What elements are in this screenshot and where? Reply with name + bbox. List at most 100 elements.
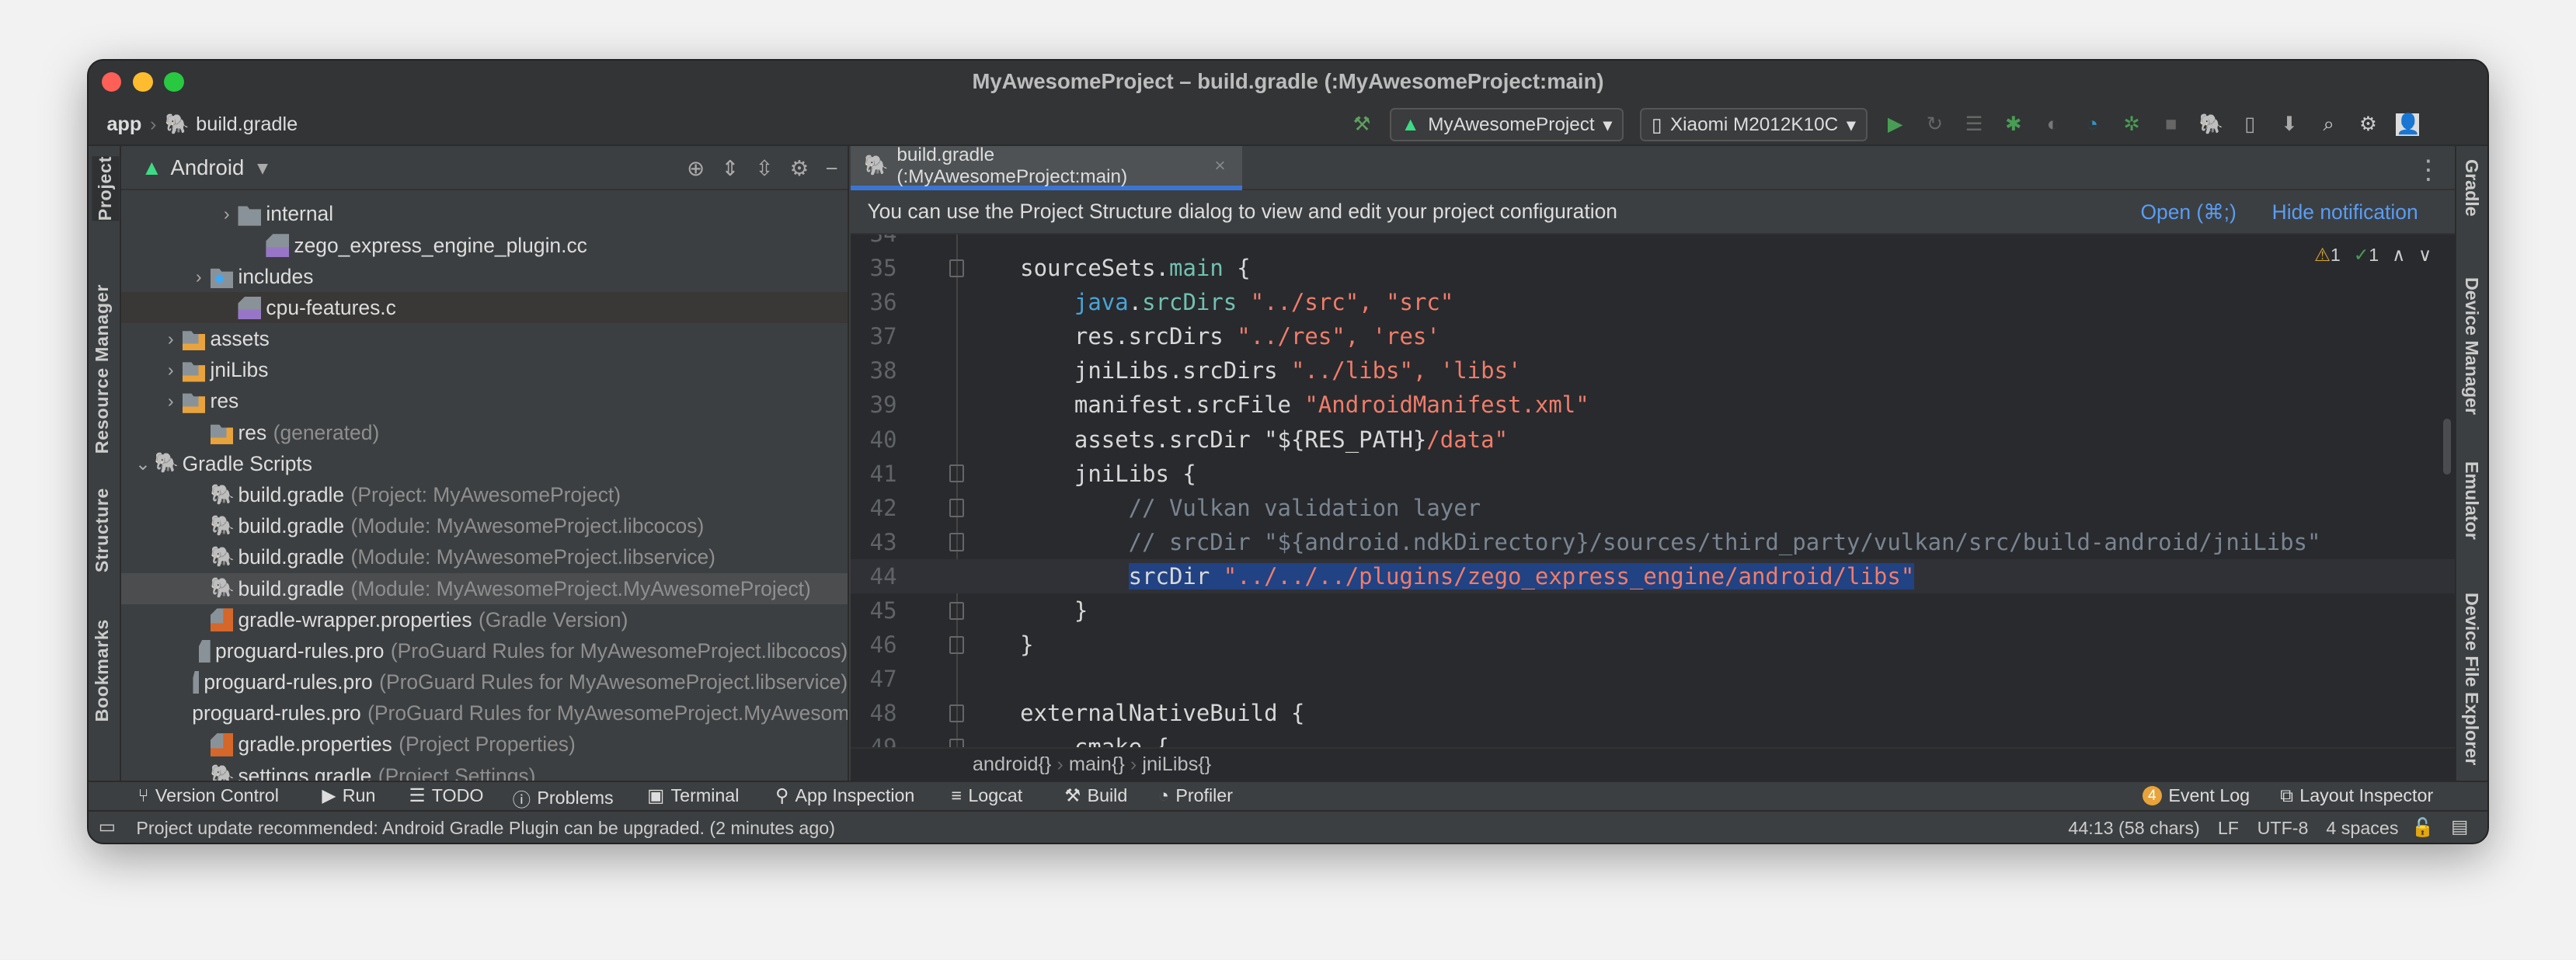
stripe-device-file-explorer[interactable]: Device File Explorer [2461,593,2482,765]
line-number[interactable]: 47 [851,662,897,696]
stripe-bookmarks[interactable]: Bookmarks [92,619,113,722]
tree-item[interactable]: 🐘 build.gradle (Module: MyAwesomeProject.l… [121,511,848,542]
gear-icon[interactable]: ⚙ [790,156,809,181]
code-area[interactable]: ⚠1 ✓1 ∧ ∨ 3435 sourceSets.main {36 java.… [851,235,2455,751]
line-number[interactable]: 37 [851,319,897,353]
tree-item[interactable]: gradle.properties (Project Properties) [121,729,848,760]
tool-profiler[interactable]: ◔ Profiler [1158,785,1233,806]
tool-problems[interactable]: ⓘ Problems [513,785,614,812]
device-select[interactable]: ▯ Xiaomi M2012K10C ▾ [1640,108,1868,141]
stripe-emulator[interactable]: Emulator [2461,461,2482,540]
stripe-gradle[interactable]: Gradle [2461,159,2482,217]
code-line[interactable]: 44 srcDir "../../../plugins/zego_express… [851,558,2455,594]
code-line[interactable]: 40 assets.srcDir "${RES_PATH}/data" [851,423,2454,457]
stop-icon[interactable]: ■ [2160,113,2183,137]
tree-item[interactable]: proguard-rules.pro (ProGuard Rules for My… [121,698,848,729]
code-line[interactable]: 43 // srcDir "${android.ndkDirectory}/so… [851,525,2454,559]
code-line[interactable]: 34 [851,235,2454,251]
code-line[interactable]: 47 [851,662,2454,696]
line-number[interactable]: 45 [851,593,897,628]
tree-item[interactable]: proguard-rules.pro (ProGuard Rules for My… [121,666,848,697]
tree-item[interactable]: ⌄ 🐘 Gradle Scripts [121,448,848,479]
search-icon[interactable]: ⌕ [2317,113,2341,137]
expand-all-icon[interactable]: ⇕ [721,156,739,181]
crumb-file[interactable]: build.gradle [196,113,298,136]
lock-icon[interactable]: 🔓 [2411,816,2434,838]
minimize-button[interactable] [133,71,153,92]
tree-item[interactable]: › jniLibs [121,355,848,386]
hammer-icon[interactable]: ⚒ [1350,113,1373,137]
line-number[interactable]: 38 [851,353,897,388]
line-number[interactable]: 36 [851,285,897,319]
line-number[interactable]: 34 [851,235,897,251]
stripe-resource-manager[interactable]: Resource Manager [92,284,113,454]
hide-icon[interactable]: − [825,156,837,181]
line-number[interactable]: 48 [851,696,897,730]
expand-arrow-icon[interactable]: › [215,203,238,224]
line-number[interactable]: 40 [851,423,897,457]
tool-version-control[interactable]: ⑂ Version Control [138,785,279,806]
run-icon[interactable]: ▶ [1884,113,1907,137]
tool-event-log[interactable]: 4 Event Log [2142,785,2250,806]
chevron-down-icon[interactable]: ▾ [257,155,268,180]
tool-layout-inspector[interactable]: ⧉ Layout Inspector [2280,785,2433,806]
tree-item[interactable]: › res [121,386,848,417]
code-line[interactable]: 36 java.srcDirs "../src", "src" [851,285,2454,319]
tool-build[interactable]: ⚒ Build [1064,785,1127,806]
profiler-icon[interactable]: ◔ [2080,113,2104,137]
code-line[interactable]: 35 sourceSets.main { [851,251,2454,285]
apply-changes-icon[interactable]: ↻ [1923,113,1947,137]
sdk-manager-icon[interactable]: ⬇ [2278,113,2301,137]
code-line[interactable]: 38 jniLibs.srcDirs "../libs", 'libs' [851,353,2454,388]
fold-marker-icon[interactable] [949,533,965,551]
tool-app-inspection[interactable]: ⚲ App Inspection [775,785,914,806]
close-button[interactable] [101,71,122,92]
line-number[interactable]: 44 [851,559,897,593]
memory-icon[interactable]: ▤ [2451,816,2468,837]
debug-icon[interactable]: ✱ [2002,113,2025,137]
tool-logcat[interactable]: ≡ Logcat [951,785,1022,806]
caret-position[interactable]: 44:13 (58 chars) [2068,818,2199,839]
expand-arrow-icon[interactable]: › [159,360,183,381]
indent-setting[interactable]: 4 spaces [2326,818,2398,839]
tree-item[interactable]: proguard-rules.pro (ProGuard Rules for My… [121,635,848,666]
tree-item[interactable]: 🐘 build.gradle (Project: MyAwesomeProject) [121,479,848,510]
locate-icon[interactable]: ⊕ [687,156,705,181]
expand-arrow-icon[interactable]: ⌄ [131,454,155,475]
sync-gradle-icon[interactable]: 🐘 [2199,113,2224,137]
expand-arrow-icon[interactable]: › [187,266,211,287]
stripe-project[interactable]: Project [92,155,120,221]
tool-run[interactable]: ▶ Run [322,785,375,806]
stripe-device-manager[interactable]: Device Manager [2461,277,2482,415]
line-number[interactable]: 35 [851,251,897,285]
tool-todo[interactable]: ☰ TODO [409,785,483,806]
status-message[interactable]: Project update recommended: Android Grad… [136,818,835,839]
line-number[interactable]: 43 [851,525,897,559]
fold-marker-icon[interactable] [949,635,965,654]
hide-notification-link[interactable]: Hide notification [2272,200,2418,224]
line-number[interactable]: 41 [851,457,897,491]
tree-item[interactable]: › includes [121,261,848,292]
open-project-structure-link[interactable]: Open (⌘;) [2140,200,2236,224]
project-view-select[interactable]: Android [171,155,245,180]
expand-arrow-icon[interactable]: › [159,391,183,412]
code-line[interactable]: 46 } [851,628,2454,662]
fold-marker-icon[interactable] [949,499,965,517]
code-line[interactable]: 42 // Vulkan validation layer [851,491,2454,525]
more-icon[interactable]: ⋮ [2415,155,2442,186]
settings-icon[interactable]: ⚙ [2357,113,2380,137]
expand-arrow-icon[interactable]: › [159,329,183,350]
line-separator[interactable]: LF [2218,818,2239,839]
attach-debugger-icon[interactable]: ◐ [2042,113,2065,137]
fold-marker-icon[interactable] [949,704,965,723]
close-tab-icon[interactable]: × [1214,155,1225,177]
tree-item[interactable]: zego_express_engine_plugin.cc [121,230,848,261]
code-line[interactable]: 37 res.srcDirs "../res", 'res' [851,319,2454,353]
tree-item[interactable]: 🐘 build.gradle (Module: MyAwesomeProject.M… [121,572,848,605]
debug-bug-icon[interactable]: ✲ [2120,113,2143,137]
collapse-all-icon[interactable]: ⇳ [756,156,774,181]
tree-item[interactable]: res (generated) [121,417,848,448]
code-line[interactable]: 41 jniLibs { [851,457,2454,491]
tree-item[interactable]: gradle-wrapper.properties (Gradle Version… [121,604,848,635]
apply-code-changes-icon[interactable]: ☰ [1962,113,1986,137]
